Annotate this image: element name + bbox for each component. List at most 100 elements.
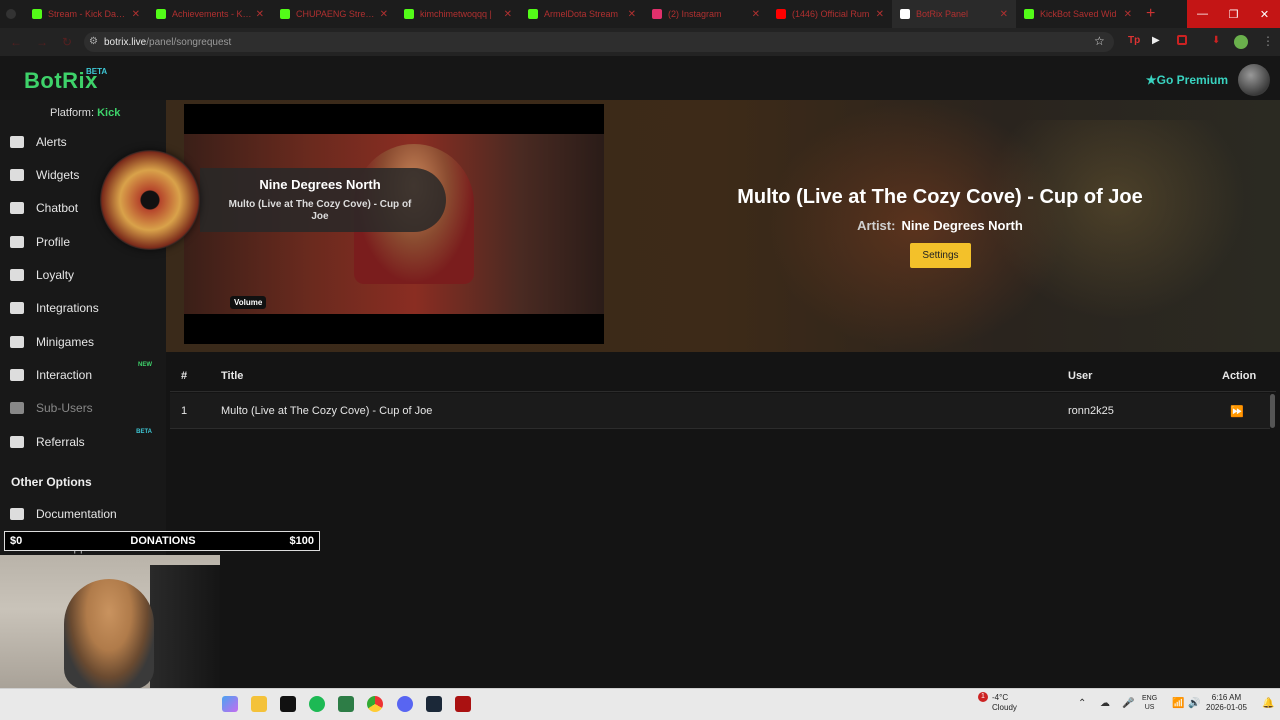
steam-icon[interactable] — [426, 696, 442, 712]
kick-icon — [156, 9, 166, 19]
address-bar[interactable]: botrix.live/panel/songrequest — [84, 32, 1114, 52]
overlay-song-title: Multo (Live at The Cozy Cove) - Cup of J… — [228, 199, 412, 222]
browser-tab[interactable]: (2) Instagram ✕ — [644, 0, 768, 28]
close-tab-icon[interactable]: ✕ — [132, 9, 140, 20]
gamepad-icon — [10, 336, 24, 348]
song-queue-table: # Title User Action 1 Multo (Live at The… — [170, 358, 1276, 430]
weather-widget[interactable]: -4°C Cloudy — [992, 693, 1017, 713]
language-indicator[interactable]: ENG US — [1142, 694, 1157, 712]
users-icon — [10, 402, 24, 414]
botrix-icon — [900, 9, 910, 19]
browser-tab[interactable]: CHUPAENG Stream ✕ — [272, 0, 396, 28]
close-tab-icon[interactable]: ✕ — [504, 9, 512, 20]
webcam-overlay — [0, 555, 220, 690]
settings-button[interactable]: Settings — [910, 243, 971, 268]
donations-goal: $100 — [289, 535, 314, 547]
browser-tab[interactable]: Stream - Kick Dashb ✕ — [24, 0, 148, 28]
downloads-icon[interactable]: ⬇ — [1212, 35, 1220, 46]
discord-icon[interactable] — [397, 696, 413, 712]
now-playing-title: Multo (Live at The Cozy Cove) - Cup of J… — [737, 186, 1143, 208]
sidebar-item-minigames[interactable]: Minigames — [10, 331, 160, 353]
webcam-streamer — [64, 579, 154, 689]
browser-tab[interactable]: BotRix Panel ✕ — [892, 0, 1016, 28]
play-next-button[interactable]: ⏩ — [1228, 404, 1246, 418]
volume-icon[interactable]: 🔊 — [1188, 698, 1200, 709]
logo-beta-badge: BETA — [86, 67, 108, 76]
sidebar-item-alerts[interactable]: Alerts — [10, 131, 160, 153]
sidebar-item-documentation[interactable]: Documentation — [10, 503, 160, 525]
sidebar-item-label: Integrations — [36, 301, 99, 315]
close-window-button[interactable]: ✕ — [1249, 0, 1280, 28]
tab-search-button[interactable] — [0, 0, 24, 28]
lang-top: ENG — [1142, 695, 1158, 702]
minimize-button[interactable]: — — [1187, 0, 1218, 28]
sidebar-item-loyalty[interactable]: Loyalty — [10, 264, 160, 286]
table-row[interactable]: 1 Multo (Live at The Cozy Cove) - Cup of… — [170, 393, 1270, 429]
header-action: Action — [1222, 370, 1257, 382]
lang-bottom: US — [1144, 704, 1155, 711]
browser-tab-label: Achievements - Kick — [172, 9, 252, 19]
instagram-icon — [652, 9, 662, 19]
browser-tab[interactable]: ArmelDota Stream ✕ — [520, 0, 644, 28]
webcam-chair — [150, 565, 220, 690]
onedrive-icon[interactable]: ☁ — [1100, 698, 1110, 709]
sidebar-badge: BETA — [136, 429, 152, 435]
table-scrollbar[interactable] — [1270, 394, 1275, 428]
browser-tab[interactable]: (1446) Official Rum ✕ — [768, 0, 892, 28]
browser-tab[interactable]: kimchimetwoqqq | ✕ — [396, 0, 520, 28]
wifi-icon[interactable]: 📶 — [1172, 698, 1184, 709]
app-icon[interactable] — [338, 696, 354, 712]
file-explorer-icon[interactable] — [251, 696, 267, 712]
referrals-icon — [10, 436, 24, 448]
sidebar-item-referrals[interactable]: Referrals BETA — [10, 429, 160, 453]
chrome-icon[interactable] — [367, 696, 383, 712]
extensions-puzzle-icon[interactable] — [1177, 35, 1187, 45]
volume-control[interactable]: Volume — [230, 296, 267, 309]
close-tab-icon[interactable]: ✕ — [752, 9, 760, 20]
tray-chevron-up-icon[interactable]: ⌃ — [1078, 698, 1086, 709]
extension-icon[interactable]: Tp — [1128, 35, 1140, 46]
spotify-icon[interactable] — [309, 696, 325, 712]
close-tab-icon[interactable]: ✕ — [256, 9, 264, 20]
back-button[interactable]: ← — [10, 35, 26, 49]
close-tab-icon[interactable]: ✕ — [380, 9, 388, 20]
site-info-icon[interactable]: ⚙ — [89, 36, 98, 47]
docs-icon — [10, 508, 24, 520]
sidebar-item-interaction[interactable]: Interaction NEW — [10, 362, 160, 386]
restore-button[interactable]: ❐ — [1218, 0, 1249, 28]
user-avatar[interactable] — [1238, 64, 1270, 96]
close-tab-icon[interactable]: ✕ — [628, 9, 636, 20]
close-tab-icon[interactable]: ✕ — [1124, 9, 1132, 20]
platform-label: Platform: — [50, 107, 95, 119]
profile-card-icon — [10, 236, 24, 248]
browser-menu-icon[interactable]: ⋮ — [1262, 34, 1274, 48]
windows-taskbar — [0, 688, 1280, 720]
url-path: /panel/songrequest — [146, 36, 232, 48]
chevron-down-icon — [6, 9, 16, 19]
bookmark-star-icon[interactable]: ☆ — [1094, 34, 1105, 48]
media-play-icon[interactable]: ▶ — [1152, 35, 1160, 46]
sidebar-item-label: Chatbot — [36, 201, 79, 215]
browser-tab-label: KickBot Saved Wid — [1040, 9, 1117, 19]
profile-avatar-icon[interactable] — [1234, 35, 1248, 49]
dota-icon[interactable] — [455, 696, 471, 712]
sidebar-item-integrations[interactable]: Integrations — [10, 297, 160, 319]
reload-button[interactable]: ↻ — [62, 35, 78, 49]
notification-bell-icon[interactable]: 🔔 — [1262, 698, 1274, 709]
new-tab-button[interactable]: + — [1146, 5, 1155, 23]
system-clock[interactable]: 6:16 AM 2026-01-05 — [1206, 693, 1247, 713]
close-tab-icon[interactable]: ✕ — [1000, 9, 1008, 20]
tiktok-icon[interactable] — [280, 696, 296, 712]
browser-tab-strip: Stream - Kick Dashb ✕ Achievements - Kick ✕… — [0, 0, 1280, 28]
microphone-icon[interactable]: 🎤 — [1122, 698, 1134, 709]
sidebar-item-sub-users[interactable]: Sub-Users — [10, 397, 160, 419]
sidebar-item-label: Referrals — [36, 435, 85, 449]
browser-tab[interactable]: KickBot Saved Wid ✕ — [1016, 0, 1140, 28]
copilot-icon[interactable] — [222, 696, 238, 712]
sidebar-item-label: Widgets — [36, 168, 80, 182]
close-tab-icon[interactable]: ✕ — [876, 9, 884, 20]
forward-button[interactable]: → — [36, 35, 52, 49]
go-premium-button[interactable]: ★Go Premium — [1146, 73, 1228, 87]
browser-tab-label: Stream - Kick Dashb — [48, 9, 128, 19]
browser-tab[interactable]: Achievements - Kick ✕ — [148, 0, 272, 28]
